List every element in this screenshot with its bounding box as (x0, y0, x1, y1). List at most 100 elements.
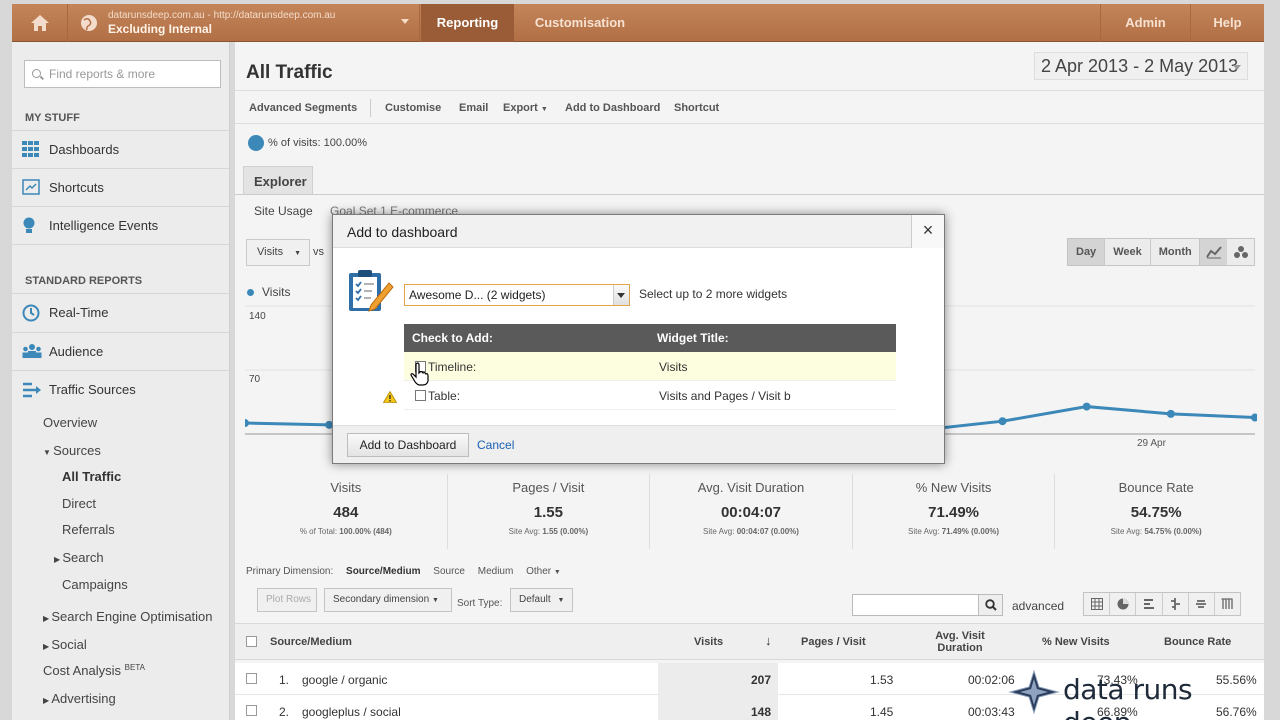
dimension-other[interactable]: Other ▼ (526, 566, 561, 577)
table-filter-button[interactable] (978, 594, 1003, 616)
row-source-link[interactable]: google / organic (302, 673, 387, 687)
sidebar-item-sources[interactable]: ▼ Sources (43, 443, 101, 458)
shortcut-button[interactable]: Shortcut (674, 102, 719, 114)
col-pages-visit[interactable]: Pages / Visit (801, 636, 866, 648)
plot-rows-button[interactable]: Plot Rows (257, 588, 317, 612)
sort-type-select[interactable]: Default ▼ (510, 588, 573, 612)
home-button[interactable] (12, 4, 68, 42)
advanced-filter-link[interactable]: advanced (1012, 599, 1064, 613)
sidebar-item-seo[interactable]: ▶ Search Engine Optimisation (43, 609, 213, 624)
col-source-medium[interactable]: Source/Medium (270, 636, 352, 648)
cloud-icon (1196, 600, 1207, 608)
sidebar-item-traffic-sources[interactable]: Traffic Sources (12, 370, 230, 408)
close-button[interactable]: × (911, 215, 944, 248)
sidebar-item-search[interactable]: ▶ Search (54, 550, 104, 565)
visits-data-point[interactable] (1251, 413, 1257, 422)
secondary-dimension-select[interactable]: Secondary dimension ▼ (324, 588, 452, 612)
chevron-down-icon: ▼ (553, 569, 561, 576)
widget-type-label: Timeline: (428, 360, 477, 374)
search-input[interactable]: Find reports & more (24, 60, 221, 88)
dashboard-select[interactable]: Awesome D... (2 widgets) (404, 284, 630, 306)
customise-button[interactable]: Customise (385, 102, 441, 114)
sidebar-item-cost-analysis[interactable]: Cost Analysis BETA (43, 663, 145, 678)
account-selector[interactable]: datarunsdeep.com.au - http://datarunsdee… (72, 4, 420, 42)
sort-arrow-icon: ↓ (765, 633, 772, 648)
visits-data-point[interactable] (245, 419, 249, 428)
widget-type-label: Table: (428, 389, 461, 403)
row-visits: 148 (751, 705, 772, 719)
scorecard-value: 54.75% (1130, 504, 1182, 521)
col-avg-duration[interactable]: Avg. Visit Duration (929, 630, 991, 654)
table-view-performance[interactable] (1136, 593, 1163, 615)
nav-customisation[interactable]: Customisation (524, 4, 636, 42)
section-my-stuff: MY STUFF (25, 112, 80, 124)
chevron-down-icon: ▼ (431, 597, 439, 604)
sidebar-item-overview[interactable]: Overview (43, 415, 97, 430)
scorecard-sub-label: Site Avg: (703, 527, 735, 536)
sidebar-item-intelligence-events[interactable]: Intelligence Events (12, 206, 230, 244)
col-visits[interactable]: Visits (694, 636, 723, 648)
period-day-button[interactable]: Day (1068, 239, 1105, 265)
chevron-down-icon: ▼ (43, 448, 54, 457)
scorecard-value: 1.55 (533, 504, 563, 521)
period-week-button[interactable]: Week (1104, 239, 1150, 265)
export-button[interactable]: Export ▼ (503, 102, 548, 114)
date-range-picker[interactable]: 2 Apr 2013 - 2 May 2013 (1034, 52, 1248, 80)
vs-label: vs (313, 246, 324, 258)
motion-chart-button[interactable] (1227, 239, 1254, 265)
table-checkbox[interactable] (415, 390, 426, 401)
sidebar-item-shortcuts[interactable]: Shortcuts (12, 168, 230, 206)
sidebar-item-label: Search (62, 550, 104, 565)
home-icon (30, 15, 49, 31)
sidebar-item-audience[interactable]: Audience (12, 332, 230, 370)
table-view-pivot[interactable] (1215, 593, 1240, 615)
sidebar-item-label: Real-Time (49, 305, 109, 320)
nav-admin[interactable]: Admin (1100, 4, 1190, 42)
col-bounce-rate[interactable]: Bounce Rate (1164, 636, 1231, 648)
visits-data-point[interactable] (1166, 409, 1175, 418)
legend-label: Visits (262, 285, 291, 299)
row-checkbox[interactable] (246, 673, 257, 684)
dimension-source[interactable]: Source (433, 566, 465, 577)
scorecard-title: % New Visits (915, 480, 992, 495)
chart-legend: Visits (247, 285, 290, 299)
col-new-visits[interactable]: % New Visits (1042, 636, 1110, 648)
cancel-link[interactable]: Cancel (477, 438, 514, 452)
row-checkbox[interactable] (246, 705, 257, 716)
nav-reporting[interactable]: Reporting (421, 4, 514, 42)
select-all-checkbox[interactable] (246, 636, 257, 647)
sidebar-item-dashboards[interactable]: Dashboards (12, 130, 230, 168)
table-view-comparison[interactable] (1163, 593, 1189, 615)
sidebar-item-all-traffic[interactable]: All Traffic (62, 469, 121, 484)
tab-site-usage[interactable]: Site Usage (254, 204, 313, 218)
nav-help[interactable]: Help (1190, 4, 1264, 42)
dimension-medium[interactable]: Medium (478, 566, 514, 577)
sidebar-item-campaigns[interactable]: Campaigns (62, 577, 128, 592)
line-chart-button[interactable] (1200, 239, 1227, 265)
sidebar-item-advertising[interactable]: ▶ Advertising (43, 691, 116, 706)
table-view-data[interactable] (1084, 593, 1111, 615)
dimension-source-medium[interactable]: Source/Medium (346, 566, 420, 577)
visits-data-point[interactable] (1082, 402, 1091, 411)
metric-select[interactable]: Visits ▼ (246, 239, 310, 266)
email-button[interactable]: Email (459, 102, 488, 114)
scorecard-title: Visits (330, 480, 362, 495)
table-view-pie[interactable] (1110, 593, 1137, 615)
clipboard-icon (349, 270, 394, 312)
scorecard-sub: Site Avg: 71.49% (0.00%) (853, 527, 1055, 536)
add-to-dashboard-button[interactable]: Add to Dashboard (565, 102, 660, 114)
sidebar-item-real-time[interactable]: Real-Time (12, 293, 230, 331)
sidebar: Find reports & more MY STUFF Dashboards … (12, 42, 230, 720)
sidebar-item-direct[interactable]: Direct (62, 496, 96, 511)
sidebar-item-social[interactable]: ▶ Social (43, 637, 87, 652)
row-source-link[interactable]: googleplus / social (302, 705, 401, 719)
sidebar-item-label: Cost Analysis (43, 663, 122, 678)
table-view-term-cloud[interactable] (1189, 593, 1215, 615)
sidebar-item-referrals[interactable]: Referrals (62, 522, 115, 537)
add-to-dashboard-confirm-button[interactable]: Add to Dashboard (347, 433, 469, 457)
period-month-button[interactable]: Month (1149, 239, 1200, 265)
tab-explorer[interactable]: Explorer (243, 166, 313, 195)
advanced-segments-button[interactable]: Advanced Segments (249, 102, 357, 114)
table-filter-input[interactable] (852, 594, 979, 616)
visits-data-point[interactable] (998, 417, 1007, 426)
